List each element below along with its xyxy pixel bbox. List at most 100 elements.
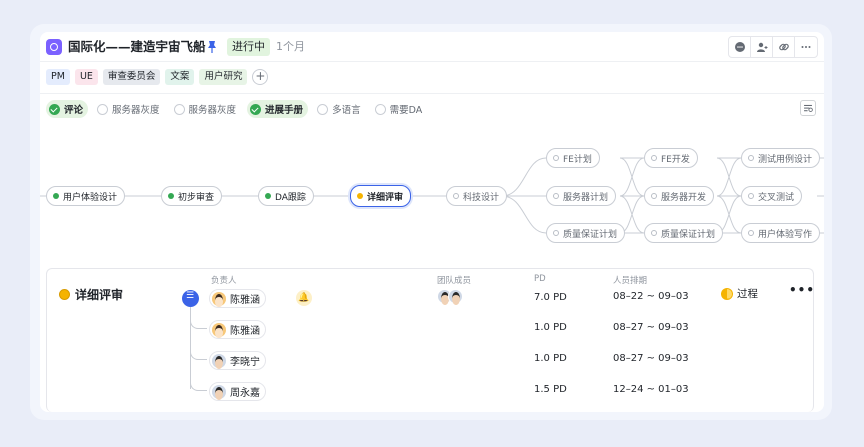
col-owner-header: 负责人 (211, 276, 237, 286)
filter-server-gray-1[interactable]: 服务器灰度 (94, 100, 165, 118)
node-da-tracking[interactable]: DA跟踪 (258, 186, 314, 206)
status-pending-icon (651, 155, 657, 161)
pd-value: 7.0 PD (534, 292, 567, 303)
filter-label: 评论 (64, 105, 84, 116)
node-initial-review[interactable]: 初步审查 (161, 186, 223, 206)
tag-list: PM UE 审查委员会 文案 用户研究 + (46, 69, 269, 85)
stage-detail-panel: 详细评审 负责人 团队成员 PD 人员排期 陈雅涵 🔔 7.0 PD 08–22… (46, 268, 814, 412)
node-label: 服务器计划 (563, 192, 609, 203)
more-icon[interactable] (795, 37, 817, 57)
owner-name: 陈雅涵 (230, 295, 260, 306)
tag-ue[interactable]: UE (74, 69, 98, 85)
node-label: 测试用例设计 (758, 154, 813, 165)
filter-settings-icon[interactable] (800, 100, 816, 116)
filter-bar: 评论 服务器灰度 服务器灰度 进展手册 多语言 需要DA (46, 100, 427, 118)
node-detailed-review[interactable]: 详细评审 (350, 185, 412, 207)
node-label: DA跟踪 (275, 192, 306, 203)
tree-connector (190, 319, 207, 329)
owner-name: 李晓宁 (230, 357, 260, 368)
filter-label: 服务器灰度 (188, 105, 237, 116)
node-tech-design[interactable]: 科技设计 (446, 186, 508, 206)
radio-icon (97, 103, 109, 115)
node-ux-writing[interactable]: 用户体验写作 (741, 223, 821, 243)
status-pending-icon (748, 155, 754, 161)
node-server-plan[interactable]: 服务器计划 (546, 186, 617, 206)
pd-value: 1.0 PD (534, 353, 567, 364)
schedule-value: 08–22 ~ 09–03 (613, 291, 689, 302)
node-label: 交叉测试 (758, 192, 795, 203)
chat-icon[interactable] (729, 37, 751, 57)
schedule-value: 08–27 ~ 09–03 (613, 353, 689, 364)
status-badge[interactable]: 进行中 (227, 38, 270, 56)
filter-label: 需要DA (389, 105, 423, 116)
team-avatars[interactable] (437, 289, 463, 305)
status-pending-icon (651, 230, 657, 236)
status-pending-icon (553, 193, 559, 199)
tag-pm[interactable]: PM (46, 69, 70, 85)
owner-name: 陈雅涵 (230, 326, 260, 337)
node-label: 用户体验写作 (758, 229, 813, 240)
pd-value: 1.5 PD (534, 384, 567, 395)
link-icon[interactable] (773, 37, 795, 57)
col-schedule-header: 人员排期 (613, 276, 648, 286)
filter-multilingual[interactable]: 多语言 (314, 100, 366, 118)
status-done-icon (168, 193, 174, 199)
status-pending-icon (553, 155, 559, 161)
schedule-value: 08–27 ~ 09–03 (613, 322, 689, 333)
filter-progress-handbook[interactable]: 进展手册 (247, 100, 309, 118)
col-team-header: 团队成员 (437, 276, 472, 286)
tree-connector (190, 381, 207, 391)
node-label: 质量保证计划 (563, 229, 618, 240)
check-icon (49, 103, 60, 115)
node-fe-plan[interactable]: FE计划 (546, 148, 600, 168)
owner-chip[interactable]: 陈雅涵 (209, 289, 266, 308)
node-label: 详细评审 (367, 192, 404, 203)
node-label: 科技设计 (463, 192, 500, 203)
radio-icon (374, 103, 386, 115)
node-fe-dev[interactable]: FE开发 (644, 148, 698, 168)
filter-needs-da[interactable]: 需要DA (372, 100, 428, 118)
node-cross-test[interactable]: 交叉测试 (741, 186, 803, 206)
tag-user-research[interactable]: 用户研究 (199, 69, 248, 85)
node-qa-plan-2[interactable]: 质量保证计划 (644, 223, 724, 243)
node-label: 初步审查 (178, 192, 215, 203)
node-test-case-design[interactable]: 测试用例设计 (741, 148, 821, 168)
filter-comments[interactable]: 评论 (46, 100, 89, 118)
tag-copywriting[interactable]: 文案 (165, 69, 195, 85)
node-label: FE计划 (563, 154, 592, 165)
workflow-diagram: 用户体验设计 初步审查 DA跟踪 详细评审 科技设计 FE计划 服务器计划 质量… (40, 144, 824, 243)
node-label: 质量保证计划 (661, 229, 716, 240)
radio-icon (317, 103, 329, 115)
owner-chip[interactable]: 周永嘉 (209, 382, 266, 401)
header-toolbar (728, 36, 818, 58)
avatar (212, 384, 226, 400)
phase-label: 过程 (737, 288, 758, 300)
people-icon[interactable] (751, 37, 773, 57)
status-pending-icon (453, 193, 459, 199)
more-actions-button[interactable]: ••• (789, 283, 815, 297)
node-qa-plan[interactable]: 质量保证计划 (546, 223, 626, 243)
pin-icon[interactable] (206, 40, 218, 54)
status-pending-icon (748, 230, 754, 236)
owner-chip[interactable]: 李晓宁 (209, 351, 266, 370)
avatar (212, 322, 226, 338)
subtask-tree-icon[interactable] (182, 290, 199, 307)
bell-icon[interactable]: 🔔 (296, 290, 312, 306)
tree-connector (190, 350, 207, 360)
filter-server-gray-2[interactable]: 服务器灰度 (171, 100, 242, 118)
phase-status[interactable]: 过程 (721, 286, 758, 301)
add-tag-button[interactable]: + (252, 69, 269, 85)
status-pending-icon (748, 193, 754, 199)
progress-pie-icon (721, 287, 733, 300)
status-in-progress-icon (59, 289, 70, 300)
filter-label: 多语言 (332, 105, 361, 116)
status-done-icon (265, 193, 271, 199)
project-logo-icon (46, 39, 62, 55)
node-server-dev[interactable]: 服务器开发 (644, 186, 715, 206)
owner-chip[interactable]: 陈雅涵 (209, 320, 266, 339)
status-done-icon (53, 193, 59, 199)
node-ux-design[interactable]: 用户体验设计 (46, 186, 126, 206)
avatar (212, 353, 226, 369)
filter-label: 进展手册 (265, 105, 304, 116)
tag-review-board[interactable]: 审查委员会 (102, 69, 161, 85)
